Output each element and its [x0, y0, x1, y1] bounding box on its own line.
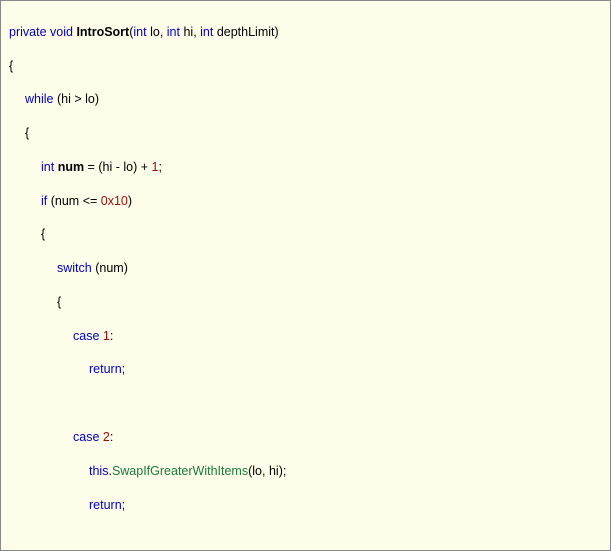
blank-line — [9, 530, 602, 547]
brace-open: { — [9, 125, 602, 142]
return-line: return; — [9, 497, 602, 514]
keyword-void: void — [50, 25, 73, 39]
code-snippet: private void IntroSort(int lo, int hi, i… — [0, 0, 611, 551]
blank-line — [9, 395, 602, 412]
signature-line: private void IntroSort(int lo, int hi, i… — [9, 24, 602, 41]
return-line: return; — [9, 361, 602, 378]
keyword-private: private — [9, 25, 47, 39]
case-1: case 1: — [9, 328, 602, 345]
brace-open: { — [9, 294, 602, 311]
brace-open: { — [9, 226, 602, 243]
brace-open: { — [9, 58, 602, 75]
case-2: case 2: — [9, 429, 602, 446]
if-num: if (num <= 0x10) — [9, 193, 602, 210]
switch-line: switch (num) — [9, 260, 602, 277]
method-name: IntroSort — [76, 25, 129, 39]
num-decl: int num = (hi - lo) + 1; — [9, 159, 602, 176]
while-line: while (hi > lo) — [9, 91, 602, 108]
swap-call: this.SwapIfGreaterWithItems(lo, hi); — [9, 463, 602, 480]
